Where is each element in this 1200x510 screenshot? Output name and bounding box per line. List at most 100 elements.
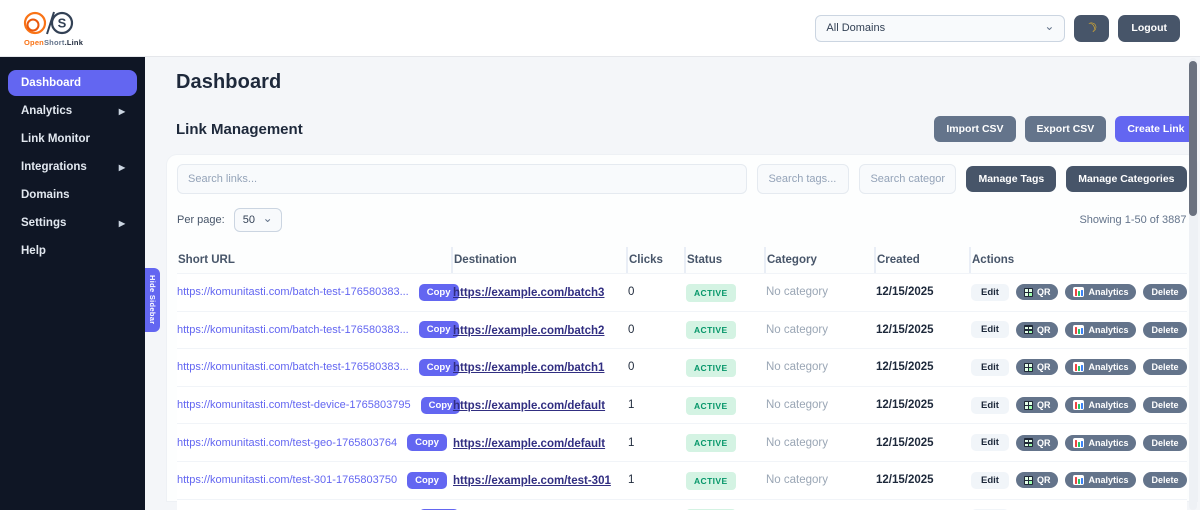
manage-categories-button[interactable]: Manage Categories [1066, 166, 1186, 192]
qr-button[interactable]: QR [1016, 397, 1059, 413]
analytics-button[interactable]: Analytics [1065, 322, 1136, 338]
created-date: 12/15/2025 [876, 437, 971, 449]
short-url-link[interactable]: https://komunitasti.com/test-301-1765803… [177, 474, 397, 486]
toolbar: Import CSV Export CSV Create Link [934, 116, 1196, 142]
delete-button[interactable]: Delete [1143, 359, 1186, 375]
col-header-clicks[interactable]: Clicks [628, 247, 686, 273]
sidebar-item-integrations[interactable]: Integrations ▶ [8, 154, 137, 180]
clicks-value: 0 [628, 286, 686, 298]
edit-button[interactable]: Edit [971, 321, 1009, 338]
category-value: No category [766, 324, 876, 336]
created-date: 12/15/2025 [876, 399, 971, 411]
domain-select[interactable]: All Domains ⌄ [815, 15, 1065, 42]
copy-button[interactable]: Copy [407, 472, 447, 489]
edit-button[interactable]: Edit [971, 434, 1009, 451]
search-tags-input[interactable] [757, 164, 849, 194]
analytics-button[interactable]: Analytics [1065, 397, 1136, 413]
sidebar-item-dashboard[interactable]: Dashboard [8, 70, 137, 96]
qr-button[interactable]: QR [1016, 284, 1059, 300]
sidebar-item-domains[interactable]: Domains [8, 182, 137, 208]
delete-button[interactable]: Delete [1143, 397, 1186, 413]
bar-chart-icon [1073, 475, 1084, 485]
qr-code-icon [1024, 476, 1033, 485]
destination-link[interactable]: https://example.com/batch3 [453, 287, 604, 299]
edit-button[interactable]: Edit [971, 359, 1009, 376]
status-badge: ACTIVE [686, 434, 736, 452]
short-url-link[interactable]: https://komunitasti.com/test-device-1765… [177, 399, 411, 411]
destination-link[interactable]: https://example.com/batch2 [453, 325, 604, 337]
scrollbar-track[interactable] [1189, 58, 1197, 510]
edit-button[interactable]: Edit [971, 284, 1009, 301]
category-value: No category [766, 361, 876, 373]
bar-chart-icon [1073, 362, 1084, 372]
delete-button[interactable]: Delete [1143, 284, 1186, 300]
scrollbar-thumb[interactable] [1189, 61, 1197, 216]
per-page-value: 50 [243, 214, 255, 226]
search-links-input[interactable] [177, 164, 747, 194]
col-header-status[interactable]: Status [686, 247, 766, 273]
col-header-created[interactable]: Created [876, 247, 971, 273]
moon-icon: ☽ [1083, 18, 1100, 37]
delete-button[interactable]: Delete [1143, 322, 1186, 338]
qr-button[interactable]: QR [1016, 359, 1059, 375]
bar-chart-icon [1073, 325, 1084, 335]
analytics-button[interactable]: Analytics [1065, 435, 1136, 451]
destination-link[interactable]: https://example.com/batch1 [453, 362, 604, 374]
import-csv-button[interactable]: Import CSV [934, 116, 1015, 142]
qr-button[interactable]: QR [1016, 435, 1059, 451]
category-value: No category [766, 474, 876, 486]
topbar: S OpenShort.Link All Domains ⌄ ☽ Logout [0, 0, 1200, 57]
table-row: https://komunitasti.com/batch-test-17658… [177, 273, 1187, 311]
analytics-button[interactable]: Analytics [1065, 472, 1136, 488]
delete-button[interactable]: Delete [1143, 435, 1186, 451]
col-header-destination[interactable]: Destination [453, 247, 628, 273]
app-logo: S OpenShort.Link [22, 10, 83, 47]
destination-link[interactable]: https://example.com/default [453, 438, 605, 450]
col-header-short-url[interactable]: Short URL [177, 247, 453, 273]
analytics-button[interactable]: Analytics [1065, 284, 1136, 300]
chevron-right-icon: ▶ [119, 107, 125, 116]
search-categories-input[interactable] [859, 164, 956, 194]
short-url-link[interactable]: https://komunitasti.com/batch-test-17658… [177, 361, 409, 373]
table-row: https://komunitasti.com/test-geo-1765803… [177, 423, 1187, 461]
sidebar-item-help[interactable]: Help [8, 238, 137, 264]
bar-chart-icon [1073, 438, 1084, 448]
table-row: https://komunitasti.com/batch-test-17658… [177, 348, 1187, 386]
destination-link[interactable]: https://example.com/test-301 [453, 475, 611, 487]
manage-tags-button[interactable]: Manage Tags [966, 166, 1056, 192]
qr-button[interactable]: QR [1016, 472, 1059, 488]
short-url-link[interactable]: https://komunitasti.com/test-geo-1765803… [177, 437, 397, 449]
destination-link[interactable]: https://example.com/default [453, 400, 605, 412]
analytics-button[interactable]: Analytics [1065, 359, 1136, 375]
created-date: 12/15/2025 [876, 286, 971, 298]
col-header-actions: Actions [971, 247, 1187, 273]
section-title: Link Management [176, 121, 303, 138]
chevron-right-icon: ▶ [119, 163, 125, 172]
edit-button[interactable]: Edit [971, 397, 1009, 414]
hide-sidebar-tab[interactable]: Hide Sidebar [145, 268, 160, 332]
theme-toggle-button[interactable]: ☽ [1074, 15, 1109, 42]
sidebar-item-settings[interactable]: Settings ▶ [8, 210, 137, 236]
sidebar: Dashboard Analytics ▶ Link Monitor Integ… [0, 57, 145, 510]
edit-button[interactable]: Edit [971, 472, 1009, 489]
export-csv-button[interactable]: Export CSV [1025, 116, 1107, 142]
sidebar-item-analytics[interactable]: Analytics ▶ [8, 98, 137, 124]
table-body: https://komunitasti.com/batch-test-17658… [177, 273, 1187, 510]
clicks-value: 0 [628, 324, 686, 336]
qr-button[interactable]: QR [1016, 322, 1059, 338]
created-date: 12/15/2025 [876, 361, 971, 373]
qr-code-icon [1024, 401, 1033, 410]
svg-text:S: S [58, 15, 67, 30]
sidebar-item-link-monitor[interactable]: Link Monitor [8, 126, 137, 152]
table-row: https://komunitasti.com/test-device-1765… [177, 386, 1187, 424]
copy-button[interactable]: Copy [407, 434, 447, 451]
create-link-button[interactable]: Create Link [1115, 116, 1196, 142]
qr-code-icon [1024, 288, 1033, 297]
short-url-link[interactable]: https://komunitasti.com/batch-test-17658… [177, 324, 409, 336]
logout-button[interactable]: Logout [1118, 15, 1180, 42]
per-page-select[interactable]: 50 ⌄ [234, 208, 282, 232]
status-badge: ACTIVE [686, 397, 736, 415]
delete-button[interactable]: Delete [1143, 472, 1186, 488]
short-url-link[interactable]: https://komunitasti.com/batch-test-17658… [177, 286, 409, 298]
col-header-category[interactable]: Category [766, 247, 876, 273]
